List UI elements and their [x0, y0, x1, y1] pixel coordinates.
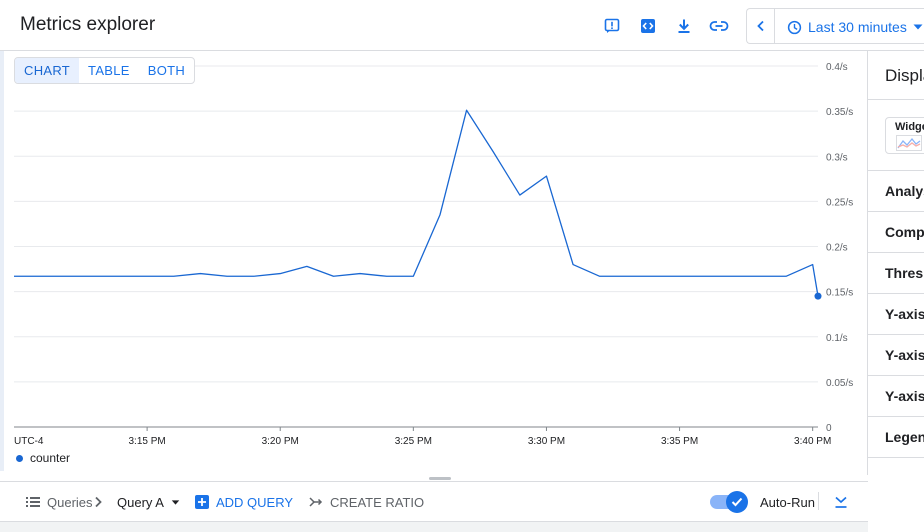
chevron-left-icon: [756, 20, 764, 32]
create-ratio-label: CREATE RATIO: [330, 494, 425, 510]
code-icon[interactable]: [638, 16, 658, 36]
series-last-point: [814, 292, 822, 300]
legend-section[interactable]: Legend: [885, 429, 924, 445]
time-range-label: Last 30 minutes: [808, 19, 907, 35]
clock-icon: [787, 20, 802, 34]
x-tick-label: 3:30 PM: [528, 436, 565, 447]
feedback-icon[interactable]: [602, 16, 622, 36]
auto-run-label: Auto-Run: [760, 494, 815, 510]
series-line-counter: [14, 109, 819, 297]
bottom-edge: [0, 521, 868, 532]
query-selector[interactable]: Query A: [117, 492, 180, 512]
threshold-section[interactable]: Threshold: [885, 265, 924, 281]
add-box-icon: [195, 495, 209, 509]
time-range-back-button[interactable]: [747, 9, 775, 43]
page-title: Metrics explorer: [20, 14, 156, 35]
x-tick-label: 3:20 PM: [262, 436, 299, 447]
metrics-explorer-page: Metrics explorer Last 30 minutes 0 0.05/s…: [0, 0, 924, 532]
x-tick-label: 3:40 PM: [794, 436, 831, 447]
display-panel: Display Widget Analysis Compare Threshol…: [868, 51, 924, 532]
double-chevron-down-icon: [835, 496, 847, 508]
y-tick-label: 0.1/s: [826, 333, 848, 344]
widget-type-label: Widget: [895, 121, 924, 133]
x-tick-label: 3:15 PM: [128, 436, 165, 447]
widget-type-selector[interactable]: Widget: [885, 117, 924, 154]
x-tick-label: 3:35 PM: [661, 436, 698, 447]
breadcrumb-separator: [94, 492, 102, 512]
table-view-button[interactable]: TABLE: [79, 58, 139, 83]
divider: [868, 457, 924, 458]
y-tick-label: 0.25/s: [826, 197, 853, 208]
legend-color-dot: [16, 454, 23, 462]
chart-legend: counter: [16, 451, 70, 465]
query-name: Query A: [117, 494, 164, 510]
y-axis-section[interactable]: Y-axis: [885, 347, 924, 363]
caret-down-icon: [171, 499, 180, 505]
toggle-switch: [710, 491, 748, 513]
divider: [868, 334, 924, 335]
metric-chart: 0 0.05/s 0.1/s 0.15/s 0.2/s 0.25/s 0.3/s 0.35/s…: [14, 62, 853, 447]
divider: [868, 170, 924, 171]
line-chart-icon: [896, 135, 922, 151]
both-view-button[interactable]: BOTH: [139, 58, 194, 83]
divider: [868, 375, 924, 376]
queries-list-button[interactable]: Queries: [26, 492, 93, 512]
auto-run-toggle[interactable]: Auto-Run: [710, 491, 815, 513]
y-axis-section[interactable]: Y-axis: [885, 388, 924, 404]
list-icon: [26, 497, 40, 507]
download-icon[interactable]: [674, 16, 694, 36]
add-query-label: ADD QUERY: [216, 494, 294, 510]
timezone-label: UTC-4: [14, 436, 44, 447]
chart-view-button[interactable]: CHART: [15, 58, 80, 83]
divider: [868, 252, 924, 253]
analysis-section[interactable]: Analysis: [885, 183, 924, 199]
display-panel-title: Display: [885, 66, 924, 85]
add-query-button[interactable]: ADD QUERY: [195, 492, 293, 512]
caret-down-icon: [913, 24, 923, 30]
y-tick-label: 0.35/s: [826, 107, 853, 118]
top-bar: Metrics explorer Last 30 minutes: [0, 0, 924, 51]
y-tick-label: 0.15/s: [826, 288, 853, 299]
toolbar-divider: [818, 492, 819, 510]
create-ratio-button[interactable]: CREATE RATIO: [309, 492, 424, 512]
y-tick-label: 0.2/s: [826, 243, 848, 254]
y-tick-label: 0.4/s: [826, 62, 848, 73]
merge-arrow-icon: [309, 497, 323, 507]
view-mode-toggle: CHART TABLE BOTH: [14, 57, 196, 84]
queries-label: Queries: [47, 494, 93, 510]
time-range-control: Last 30 minutes: [746, 8, 924, 44]
panel-resize-handle[interactable]: [429, 477, 451, 480]
check-icon: [726, 491, 748, 513]
collapse-panel-button[interactable]: [834, 492, 848, 512]
y-tick-label: 0: [826, 423, 832, 434]
divider: [868, 99, 924, 100]
divider: [868, 293, 924, 294]
chevron-right-icon: [95, 496, 102, 508]
time-range-selector[interactable]: Last 30 minutes: [787, 17, 923, 37]
divider: [868, 416, 924, 417]
x-tick-label: 3:25 PM: [395, 436, 432, 447]
link-icon[interactable]: [709, 16, 729, 36]
compare-section[interactable]: Compare: [885, 224, 924, 240]
y-tick-label: 0.3/s: [826, 152, 848, 163]
y-axis-section[interactable]: Y-axis: [885, 306, 924, 322]
legend-series-name: counter: [30, 451, 71, 465]
divider: [868, 211, 924, 212]
query-bar: Queries Query A ADD QUERY CREATE RATIO A…: [0, 481, 868, 521]
y-tick-label: 0.05/s: [826, 378, 853, 389]
